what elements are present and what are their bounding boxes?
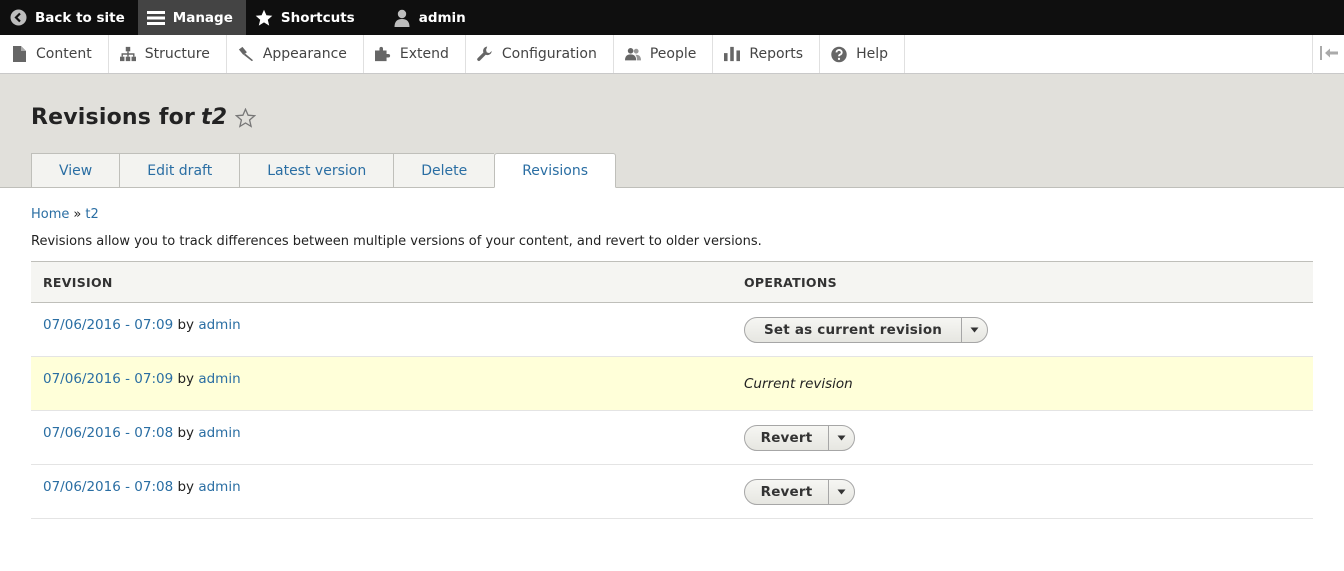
tab-delete[interactable]: Delete (393, 153, 495, 188)
breadcrumb-home-link[interactable]: Home (31, 207, 69, 222)
table-row: 07/06/2016 - 07:09 by admin Set as curre… (31, 302, 1313, 357)
dropbutton-toggle[interactable] (828, 479, 854, 504)
bar-chart-icon (724, 46, 741, 62)
toolbar-bar: Back to site Manage Shortcuts admin (0, 0, 1344, 35)
revision-by-text: by (177, 425, 195, 441)
breadcrumb-separator: » (73, 207, 82, 222)
operations-cell: Revert (732, 464, 1313, 519)
revision-author-link[interactable]: admin (198, 479, 240, 495)
puzzle-icon (374, 46, 391, 62)
tray-item-label: Reports (749, 46, 804, 62)
people-icon (624, 46, 641, 62)
caret-down-icon (837, 489, 846, 494)
tray-item-people[interactable]: People (614, 35, 714, 73)
back-arrow-icon (9, 9, 27, 27)
revision-cell: 07/06/2016 - 07:09 by admin (31, 302, 732, 357)
table-row-current: 07/06/2016 - 07:09 by admin Current revi… (31, 356, 1313, 411)
revision-cell: 07/06/2016 - 07:08 by admin (31, 464, 732, 519)
column-header-operations: OPERATIONS (732, 261, 1313, 303)
main-content: Home » t2 Revisions allow you to track dif… (0, 207, 1344, 519)
table-row: 07/06/2016 - 07:08 by admin Revert (31, 464, 1313, 519)
tab-view[interactable]: View (31, 153, 120, 188)
tab-edit-draft[interactable]: Edit draft (119, 153, 240, 188)
wrench-icon (477, 46, 493, 62)
revision-author-link[interactable]: admin (198, 425, 240, 441)
manage-label: Manage (172, 9, 233, 26)
page-title-prefix: Revisions for (31, 105, 196, 130)
page-header: Revisions for t2 View Edit draft Latest … (0, 74, 1344, 188)
tray-item-help[interactable]: Help (820, 35, 905, 73)
table-header-row: REVISION OPERATIONS (31, 261, 1313, 303)
operations-cell: Revert (732, 410, 1313, 465)
caret-down-icon (837, 435, 846, 440)
tray-item-reports[interactable]: Reports (713, 35, 821, 73)
tab-revisions[interactable]: Revisions (494, 153, 617, 188)
tray-item-label: Content (36, 46, 92, 62)
column-header-revision: REVISION (31, 261, 732, 303)
tray-item-configuration[interactable]: Configuration (466, 35, 614, 73)
tray-item-structure[interactable]: Structure (109, 35, 227, 73)
revision-date-link[interactable]: 07/06/2016 - 07:09 (43, 317, 173, 333)
revision-by-text: by (177, 371, 195, 387)
page-title: Revisions for t2 (31, 105, 257, 130)
revision-author-link[interactable]: admin (198, 317, 240, 333)
file-icon (11, 46, 27, 62)
tray-item-appearance[interactable]: Appearance (227, 35, 364, 73)
dropbutton-toggle[interactable] (828, 425, 854, 450)
revision-date-link[interactable]: 07/06/2016 - 07:09 (43, 371, 173, 387)
user-tab[interactable]: admin (368, 0, 479, 35)
revision-date-link[interactable]: 07/06/2016 - 07:08 (43, 425, 173, 441)
sitemap-icon (119, 46, 136, 62)
operations-cell: Current revision (732, 356, 1313, 411)
tray-item-label: Help (856, 46, 888, 62)
tab-latest-version[interactable]: Latest version (239, 153, 394, 188)
tray-item-content[interactable]: Content (0, 35, 109, 73)
set-current-revision-button[interactable]: Set as current revision (745, 318, 961, 342)
brush-icon (238, 46, 254, 62)
revision-cell: 07/06/2016 - 07:09 by admin (31, 356, 732, 411)
revert-dropbutton: Revert (744, 424, 855, 451)
caret-down-icon (970, 327, 979, 332)
help-icon (831, 46, 847, 62)
revert-button[interactable]: Revert (745, 480, 828, 504)
help-text: Revisions allow you to track differences… (31, 234, 762, 249)
revision-cell: 07/06/2016 - 07:08 by admin (31, 410, 732, 465)
breadcrumb: Home » t2 (31, 207, 1313, 222)
set-current-dropbutton: Set as current revision (744, 316, 989, 343)
dropbutton-toggle[interactable] (961, 317, 987, 342)
current-revision-label: Current revision (744, 375, 853, 392)
shortcuts-label: Shortcuts (280, 9, 355, 26)
user-label: admin (418, 9, 466, 26)
primary-tabs: View Edit draft Latest version Delete Re… (31, 153, 617, 188)
shortcuts-tab[interactable]: Shortcuts (246, 0, 368, 35)
star-icon (255, 9, 273, 27)
tray-item-label: Appearance (262, 46, 347, 62)
tray-item-label: Extend (399, 46, 449, 62)
tray-item-extend[interactable]: Extend (364, 35, 466, 73)
table-row: 07/06/2016 - 07:08 by admin Revert (31, 410, 1313, 465)
operations-cell: Set as current revision (732, 302, 1313, 357)
revision-by-text: by (177, 479, 195, 495)
user-icon (393, 9, 411, 27)
tray-item-label: Structure (144, 46, 210, 62)
revert-dropbutton: Revert (744, 478, 855, 505)
tray-item-label: Configuration (501, 46, 597, 62)
back-to-site-label: Back to site (35, 9, 125, 26)
tray-orientation-toggle[interactable] (1312, 35, 1344, 74)
shortcut-star-icon[interactable] (235, 107, 257, 128)
back-to-site-link[interactable]: Back to site (0, 0, 138, 35)
revisions-table: REVISION OPERATIONS 07/06/2016 - 07:09 b… (31, 261, 1313, 519)
page-title-node: t2 (201, 105, 228, 130)
revision-author-link[interactable]: admin (198, 371, 240, 387)
manage-tab[interactable]: Manage (137, 0, 246, 35)
collapse-left-icon (1319, 45, 1338, 64)
revision-date-link[interactable]: 07/06/2016 - 07:08 (43, 479, 173, 495)
admin-tray: Content Structure Appearance Extend Conf… (0, 35, 1344, 74)
revert-button[interactable]: Revert (745, 426, 828, 450)
hamburger-icon (146, 9, 165, 27)
revision-by-text: by (177, 317, 195, 333)
breadcrumb-current-link[interactable]: t2 (85, 207, 98, 222)
tray-item-label: People (649, 46, 697, 62)
